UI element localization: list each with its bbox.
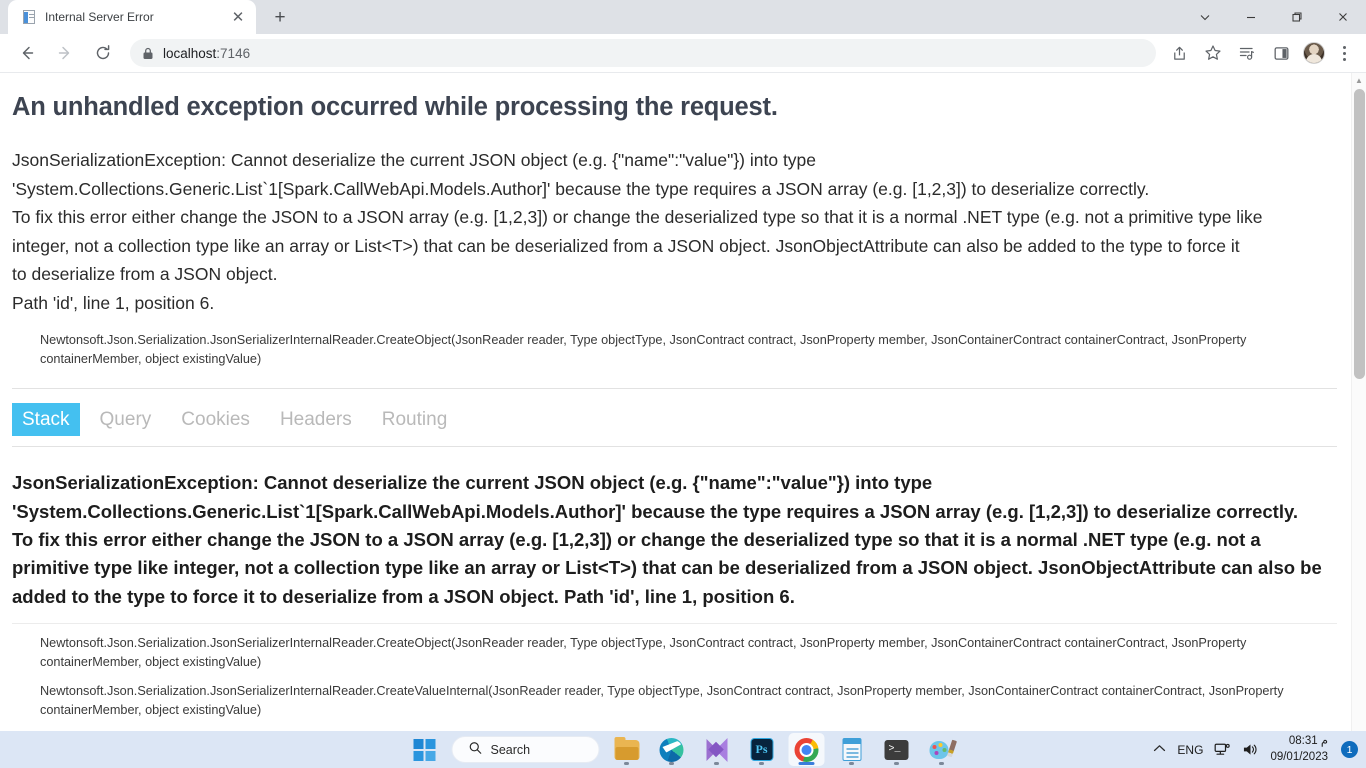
exception-summary-line: to deserialize from a JSON object. [12,264,278,285]
restore-icon[interactable] [1274,0,1320,34]
taskbar-terminal[interactable]: >_ [879,733,915,766]
browser-window: Internal Server Error ✕ + localhost:7146… [0,0,1366,731]
taskbar-notepad[interactable] [834,733,870,766]
tab-headers[interactable]: Headers [270,403,362,437]
kebab-menu-icon[interactable] [1330,38,1358,68]
stack-frame: Newtonsoft.Json.Serialization.JsonSerial… [40,683,1284,717]
page-scrollbar[interactable]: ▲ [1351,73,1366,731]
detail-tabs: Stack Query Cookies Headers Routing [12,402,1337,437]
tab-cookies[interactable]: Cookies [171,403,260,437]
system-tray: ENG م 08:31 09/01/2023 1 [1153,734,1358,764]
close-icon[interactable]: ✕ [228,7,248,27]
running-indicator [939,762,944,765]
search-label: Search [490,742,531,757]
terminal-icon: >_ [884,739,909,760]
exception-summary-line: Path 'id', line 1, position 6. [12,292,215,313]
clock-time: م 08:31 [1288,735,1328,748]
running-indicator [894,762,899,765]
taskbar-apps: Search Ps >_ [407,733,960,766]
browser-toolbar: localhost:7146 [0,34,1366,73]
exception-top-frame: Newtonsoft.Json.Serialization.JsonSerial… [40,333,1247,367]
notification-badge[interactable]: 1 [1341,741,1358,758]
minimize-icon[interactable] [1228,0,1274,34]
exception-summary-line: To fix this error either change the JSON… [12,207,1263,228]
stack-exception-heading: JsonSerializationException: Cannot deser… [12,472,1322,607]
network-icon[interactable] [1214,742,1231,757]
page-title: An unhandled exception occurred while pr… [12,93,778,121]
url-port: :7146 [216,45,251,61]
taskbar-google-chrome[interactable] [788,733,825,766]
lock-icon [142,47,154,60]
divider [12,622,1337,624]
exception-summary-line: JsonSerializationException: Cannot deser… [12,150,817,170]
start-button[interactable] [407,733,443,766]
tray-expand-chevron-icon[interactable] [1153,744,1166,756]
divider [12,387,1337,389]
tab-query[interactable]: Query [90,403,162,437]
clock-date: 09/01/2023 [1270,750,1328,763]
window-controls [1182,0,1366,34]
running-indicator [669,762,674,765]
tab-title: Internal Server Error [45,10,154,24]
reload-icon[interactable] [88,38,118,68]
photoshop-icon: Ps [750,738,773,761]
tab-routing[interactable]: Routing [372,403,458,437]
windows-start-icon [413,738,436,761]
forward-arrow-icon[interactable] [50,38,80,68]
running-indicator [624,762,629,765]
address-bar[interactable]: localhost:7146 [130,39,1156,67]
bookmark-star-icon[interactable] [1198,38,1228,68]
taskbar-search[interactable]: Search [451,736,600,763]
scroll-up-arrow-icon[interactable]: ▲ [1352,73,1366,88]
page-icon [20,9,36,25]
notepad-icon [842,738,861,761]
running-indicator [849,762,854,765]
running-indicator [714,762,719,765]
side-panel-icon[interactable] [1266,38,1296,68]
language-indicator[interactable]: ENG [1177,743,1203,757]
stack-frame: Newtonsoft.Json.Serialization.JsonSerial… [40,635,1247,670]
chrome-icon [794,737,819,762]
taskbar-paint[interactable] [924,733,960,766]
exception-summary-line: integer, not a collection type like an a… [12,235,1240,256]
paint-icon [929,739,958,761]
tab-strip: Internal Server Error ✕ + [0,0,1366,34]
running-indicator [798,762,815,765]
volume-icon[interactable] [1242,742,1259,757]
stack-frame-list: Newtonsoft.Json.Serialization.JsonSerial… [40,634,1337,731]
page-viewport: An unhandled exception occurred while pr… [0,73,1366,731]
share-icon[interactable] [1164,38,1194,68]
profile-avatar[interactable] [1303,42,1325,64]
close-icon[interactable] [1320,0,1366,34]
tab-stack[interactable]: Stack [12,402,80,437]
running-indicator [759,762,764,765]
exception-summary-line: 'System.Collections.Generic.List`1[Spark… [12,178,1150,199]
visual-studio-icon [705,737,729,762]
url-host: localhost [163,45,217,61]
taskbar-file-explorer[interactable] [609,733,645,766]
taskbar-photoshop[interactable]: Ps [744,733,780,766]
taskbar-visual-studio[interactable] [699,733,735,766]
taskbar-clock[interactable]: م 08:31 09/01/2023 [1270,734,1328,764]
chevron-down-icon[interactable] [1182,0,1228,34]
browser-tab[interactable]: Internal Server Error ✕ [8,0,256,34]
taskbar-microsoft-edge[interactable] [654,733,690,766]
reading-list-icon[interactable] [1232,38,1262,68]
scrollbar-thumb[interactable] [1354,89,1365,379]
edge-icon [659,737,684,762]
new-tab-button[interactable]: + [266,3,294,31]
windows-taskbar: Search Ps >_ ENG م 08:31 09/01/2023 1 [0,731,1366,768]
address-bar-text: localhost:7146 [163,46,250,61]
folder-icon [614,736,639,760]
divider [12,446,1337,448]
back-arrow-icon[interactable] [12,38,42,68]
exception-summary: JsonSerializationException: Cannot deser… [12,146,1337,317]
search-icon [469,741,483,758]
error-page: An unhandled exception occurred while pr… [0,73,1351,731]
